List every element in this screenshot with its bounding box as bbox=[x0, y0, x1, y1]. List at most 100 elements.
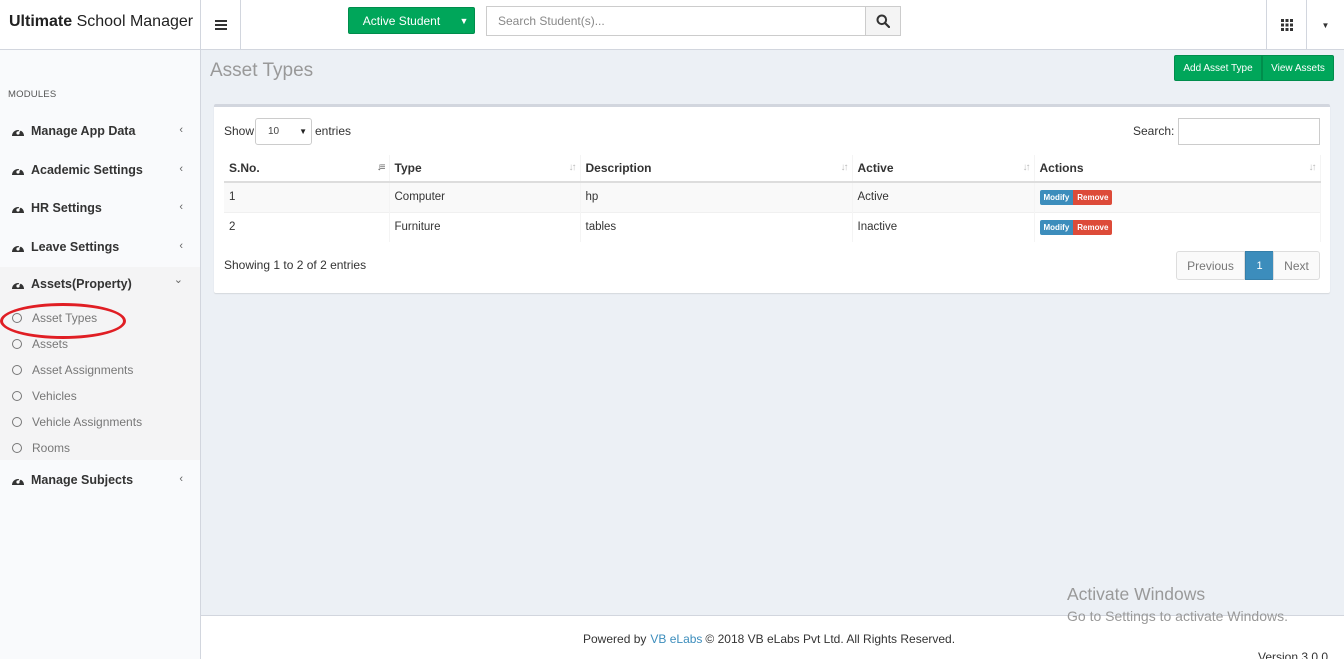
sidebar-item-label: Manage Subjects bbox=[31, 473, 134, 487]
sidebar-item-hr-settings[interactable]: HR Settings ‹ bbox=[0, 191, 200, 225]
view-assets-button[interactable]: View Assets bbox=[1262, 55, 1334, 81]
cell-actions: Modify Remove bbox=[1034, 211, 1321, 242]
sidebar-item-leave-settings[interactable]: Leave Settings ‹ bbox=[0, 230, 200, 264]
sort-icon: ↓↑ bbox=[1022, 162, 1031, 173]
column-header-sno[interactable]: S.No. ↓≡ bbox=[224, 155, 390, 183]
pagination: Previous 1 Next bbox=[1176, 251, 1320, 280]
entries-label: entries bbox=[315, 124, 352, 138]
sidebar: MODULES Manage App Data ‹ Academic Setti… bbox=[0, 50, 201, 659]
column-header-type[interactable]: Type ↓↑ bbox=[389, 155, 581, 183]
sidebar-item-manage-subjects[interactable]: Manage Subjects ‹ bbox=[0, 463, 200, 497]
cell-description: hp bbox=[580, 181, 853, 212]
column-header-actions[interactable]: Actions ↓↑ bbox=[1034, 155, 1321, 183]
chevron-down-icon: ⌄ bbox=[173, 274, 183, 286]
page-title: Asset Types bbox=[210, 60, 314, 81]
show-label: Show bbox=[224, 124, 255, 138]
submenu-item-vehicles[interactable]: Vehicles bbox=[0, 383, 200, 409]
remove-button[interactable]: Remove bbox=[1073, 189, 1113, 205]
circle-icon bbox=[12, 417, 22, 427]
next-page-button[interactable]: Next bbox=[1273, 251, 1320, 280]
caret-down-icon: ▼ bbox=[1321, 20, 1330, 30]
circle-icon bbox=[12, 365, 22, 375]
apps-grid-button[interactable] bbox=[1266, 0, 1306, 50]
chevron-left-icon: ‹ bbox=[179, 240, 183, 252]
user-menu-button[interactable]: ▼ bbox=[1306, 0, 1344, 50]
footer: Powered by VB eLabs © 2018 VB eLabs Pvt Lt… bbox=[201, 615, 1344, 659]
page-length-select[interactable]: 10 ▼ bbox=[255, 118, 312, 145]
sort-asc-icon: ↓≡ bbox=[376, 162, 386, 173]
sidebar-item-label: HR Settings bbox=[31, 201, 102, 215]
sidebar-item-assets-property[interactable]: Assets(Property) ⌄ bbox=[0, 267, 200, 300]
remove-button[interactable]: Remove bbox=[1073, 219, 1113, 235]
student-search-input[interactable] bbox=[486, 6, 866, 36]
sidebar-item-academic-settings[interactable]: Academic Settings ‹ bbox=[0, 153, 200, 187]
cell-active: Active bbox=[852, 181, 1035, 212]
search-icon bbox=[876, 14, 890, 28]
table-search-input[interactable] bbox=[1178, 118, 1320, 145]
previous-page-button[interactable]: Previous bbox=[1176, 251, 1245, 280]
column-header-active[interactable]: Active ↓↑ bbox=[852, 155, 1035, 183]
submenu-item-vehicle-assignments[interactable]: Vehicle Assignments bbox=[0, 409, 200, 435]
sidebar-toggle-button[interactable] bbox=[201, 0, 241, 50]
app-brand[interactable]: Ultimate School Manager bbox=[0, 0, 201, 50]
asset-types-box: Show 10 ▼ entries Search: S.No. ↓≡ Type ↓↑… bbox=[214, 104, 1330, 293]
dashboard-icon bbox=[11, 164, 25, 176]
sort-icon: ↓↑ bbox=[840, 162, 849, 173]
submenu-item-rooms[interactable]: Rooms bbox=[0, 435, 200, 461]
dashboard-icon bbox=[11, 125, 25, 137]
chevron-left-icon: ‹ bbox=[179, 201, 183, 213]
brand-rest: School Manager bbox=[72, 13, 194, 30]
sidebar-item-label: Leave Settings bbox=[31, 240, 120, 254]
submenu-item-asset-assignments[interactable]: Asset Assignments bbox=[0, 357, 200, 383]
cell-active: Inactive bbox=[852, 211, 1035, 242]
caret-down-icon: ▼ bbox=[459, 15, 469, 26]
active-student-dropdown[interactable]: Active Student ▼ bbox=[348, 7, 475, 34]
page-length-value: 10 bbox=[268, 126, 280, 137]
chevron-left-icon: ‹ bbox=[179, 473, 183, 485]
assets-submenu: Asset Types Assets Asset Assignments Veh… bbox=[0, 300, 200, 460]
grid-icon bbox=[1280, 19, 1293, 31]
brand-bold: Ultimate bbox=[9, 13, 73, 30]
cell-type: Furniture bbox=[389, 211, 581, 242]
copyright-text: © 2018 VB eLabs Pvt Ltd. All Rights Rese… bbox=[705, 632, 956, 646]
student-search-button[interactable] bbox=[865, 6, 901, 36]
cell-type: Computer bbox=[389, 181, 581, 212]
dashboard-icon bbox=[11, 202, 25, 214]
active-student-label: Active Student bbox=[362, 13, 441, 28]
table-info: Showing 1 to 2 of 2 entries bbox=[224, 258, 367, 272]
submenu-item-label: Vehicles bbox=[32, 389, 77, 403]
chevron-left-icon: ‹ bbox=[179, 124, 183, 136]
circle-icon bbox=[12, 339, 22, 349]
footer-text: Powered by VB eLabs © 2018 VB eLabs Pvt Lt… bbox=[583, 632, 955, 646]
page-1-button[interactable]: 1 bbox=[1245, 251, 1274, 280]
sort-icon: ↓↑ bbox=[568, 162, 577, 173]
sidebar-item-manage-app-data[interactable]: Manage App Data ‹ bbox=[0, 114, 200, 148]
submenu-item-label: Vehicle Assignments bbox=[32, 415, 143, 429]
circle-icon bbox=[12, 391, 22, 401]
watermark-line-1: Activate Windows bbox=[1067, 584, 1206, 604]
add-asset-type-button[interactable]: Add Asset Type bbox=[1174, 55, 1262, 81]
sidebar-item-label: Academic Settings bbox=[31, 163, 143, 177]
caret-down-icon: ▼ bbox=[299, 127, 307, 136]
cell-description: tables bbox=[580, 211, 853, 242]
modify-button[interactable]: Modify bbox=[1039, 189, 1074, 205]
sidebar-header: MODULES bbox=[8, 89, 57, 100]
cell-sno: 1 bbox=[224, 181, 390, 212]
dashboard-icon bbox=[11, 474, 25, 486]
table-header-row: S.No. ↓≡ Type ↓↑ Description ↓↑ Active ↓↑ Ac… bbox=[224, 155, 1321, 183]
version-text: Version 3.0.0 bbox=[1258, 650, 1329, 659]
cell-actions: Modify Remove bbox=[1034, 181, 1321, 212]
sidebar-item-label: Manage App Data bbox=[31, 124, 136, 138]
vb-elabs-link[interactable]: VB eLabs bbox=[650, 632, 702, 646]
asset-types-table: S.No. ↓≡ Type ↓↑ Description ↓↑ Active ↓↑ Ac… bbox=[224, 155, 1321, 242]
top-navbar: Ultimate School Manager Active Student ▼… bbox=[0, 0, 1344, 50]
dashboard-icon bbox=[11, 241, 25, 253]
hamburger-icon bbox=[214, 20, 227, 30]
modify-button[interactable]: Modify bbox=[1039, 219, 1074, 235]
submenu-item-assets[interactable]: Assets bbox=[0, 331, 200, 357]
circle-icon bbox=[12, 313, 22, 323]
submenu-item-label: Asset Assignments bbox=[32, 363, 134, 377]
column-header-description[interactable]: Description ↓↑ bbox=[580, 155, 853, 183]
submenu-item-asset-types[interactable]: Asset Types bbox=[0, 305, 200, 331]
powered-by-label: Powered by bbox=[583, 632, 647, 646]
